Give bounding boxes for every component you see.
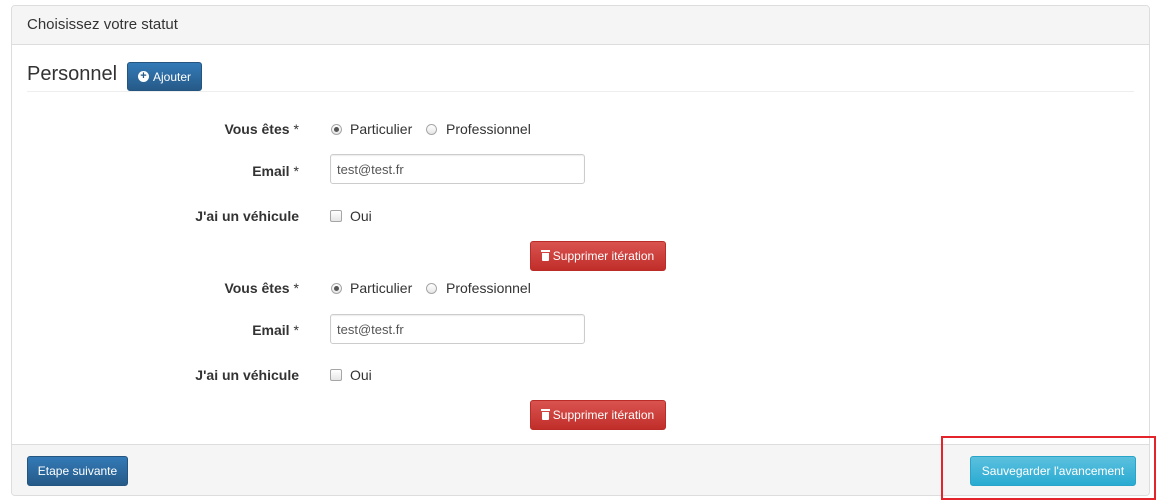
- vehicle-checkbox-label: Oui: [350, 367, 372, 383]
- plus-circle-icon: +: [137, 71, 149, 82]
- trash-icon: [540, 409, 550, 420]
- delete-iteration-label: Supprimer itération: [552, 408, 655, 422]
- radio-particulier-label: Particulier: [350, 280, 413, 296]
- radio-professionnel-label: Professionnel: [446, 280, 531, 296]
- vehicle-label: J'ai un véhicule: [195, 367, 299, 383]
- section-divider: [27, 91, 1134, 92]
- panel-heading: Choisissez votre statut: [12, 6, 1149, 45]
- vehicle-checkbox-label: Oui: [350, 208, 372, 224]
- radio-professionnel[interactable]: [426, 124, 437, 135]
- email-field[interactable]: [330, 314, 585, 344]
- vehicle-checkbox[interactable]: [330, 210, 342, 222]
- radio-particulier[interactable]: [331, 124, 342, 135]
- next-step-button[interactable]: Etape suivante: [27, 456, 128, 486]
- radio-professionnel-label: Professionnel: [446, 121, 531, 137]
- radio-particulier[interactable]: [331, 283, 342, 294]
- vehicle-checkbox[interactable]: [330, 369, 342, 381]
- panel-footer: Etape suivante Sauvegarder l'avancement: [12, 444, 1149, 495]
- status-panel: Choisissez votre statut Personnel + Ajou…: [11, 5, 1150, 496]
- email-field[interactable]: [330, 154, 585, 184]
- status-label: Vous êtes *: [224, 121, 299, 137]
- delete-iteration-button[interactable]: Supprimer itération: [530, 241, 666, 271]
- radio-professionnel[interactable]: [426, 283, 437, 294]
- delete-iteration-label: Supprimer itération: [552, 249, 655, 263]
- panel-title: Choisissez votre statut: [27, 16, 178, 33]
- email-label: Email *: [252, 322, 299, 338]
- section-title: Personnel: [27, 63, 118, 85]
- status-label: Vous êtes *: [224, 280, 299, 296]
- add-button-label: Ajouter: [152, 69, 192, 84]
- radio-particulier-label: Particulier: [350, 121, 413, 137]
- vehicle-label: J'ai un véhicule: [195, 208, 299, 224]
- trash-icon: [540, 250, 550, 261]
- save-progress-button[interactable]: Sauvegarder l'avancement: [970, 456, 1136, 486]
- add-button[interactable]: + Ajouter: [127, 62, 202, 91]
- email-label: Email *: [252, 163, 299, 179]
- delete-iteration-button[interactable]: Supprimer itération: [530, 400, 666, 430]
